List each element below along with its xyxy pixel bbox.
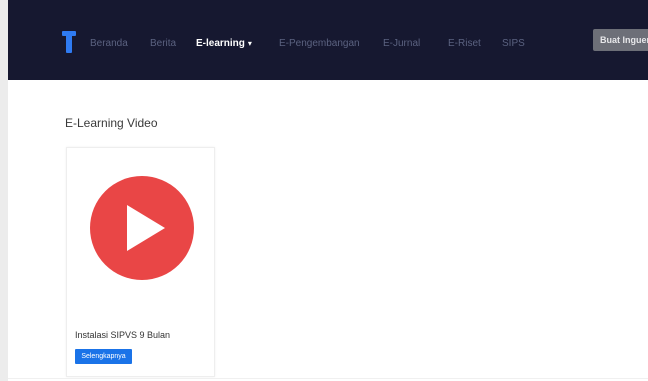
nav-item-eriset[interactable]: E-Riset — [448, 38, 481, 49]
nav-action-button[interactable]: Buat Inguer — [593, 29, 648, 51]
nav-item-beranda[interactable]: Beranda — [90, 38, 128, 49]
chevron-down-icon: ▾ — [247, 39, 252, 48]
navbar: Beranda Berita E-learning ▾ E-Pengembanga… — [8, 0, 648, 80]
nav-item-berita[interactable]: Berita — [150, 38, 176, 49]
bottom-divider — [8, 378, 648, 379]
logo-icon[interactable] — [62, 31, 76, 53]
video-title: Instalasi SIPVS 9 Bulan — [75, 330, 171, 340]
page-edge — [0, 0, 8, 381]
play-icon[interactable] — [89, 175, 195, 281]
video-card: Instalasi SIPVS 9 Bulan Selengkapnya — [66, 147, 215, 377]
nav-item-elearning-label: E-learning — [196, 38, 245, 49]
nav-item-elearning[interactable]: E-learning ▾ — [196, 38, 252, 49]
section-title: E-Learning Video — [65, 116, 158, 130]
read-more-button[interactable]: Selengkapnya — [75, 349, 132, 364]
nav-item-ejurnal[interactable]: E-Jurnal — [383, 38, 420, 49]
nav-item-sips[interactable]: SIPS — [502, 38, 525, 49]
nav-item-epengembangan[interactable]: E-Pengembangan — [279, 38, 360, 49]
